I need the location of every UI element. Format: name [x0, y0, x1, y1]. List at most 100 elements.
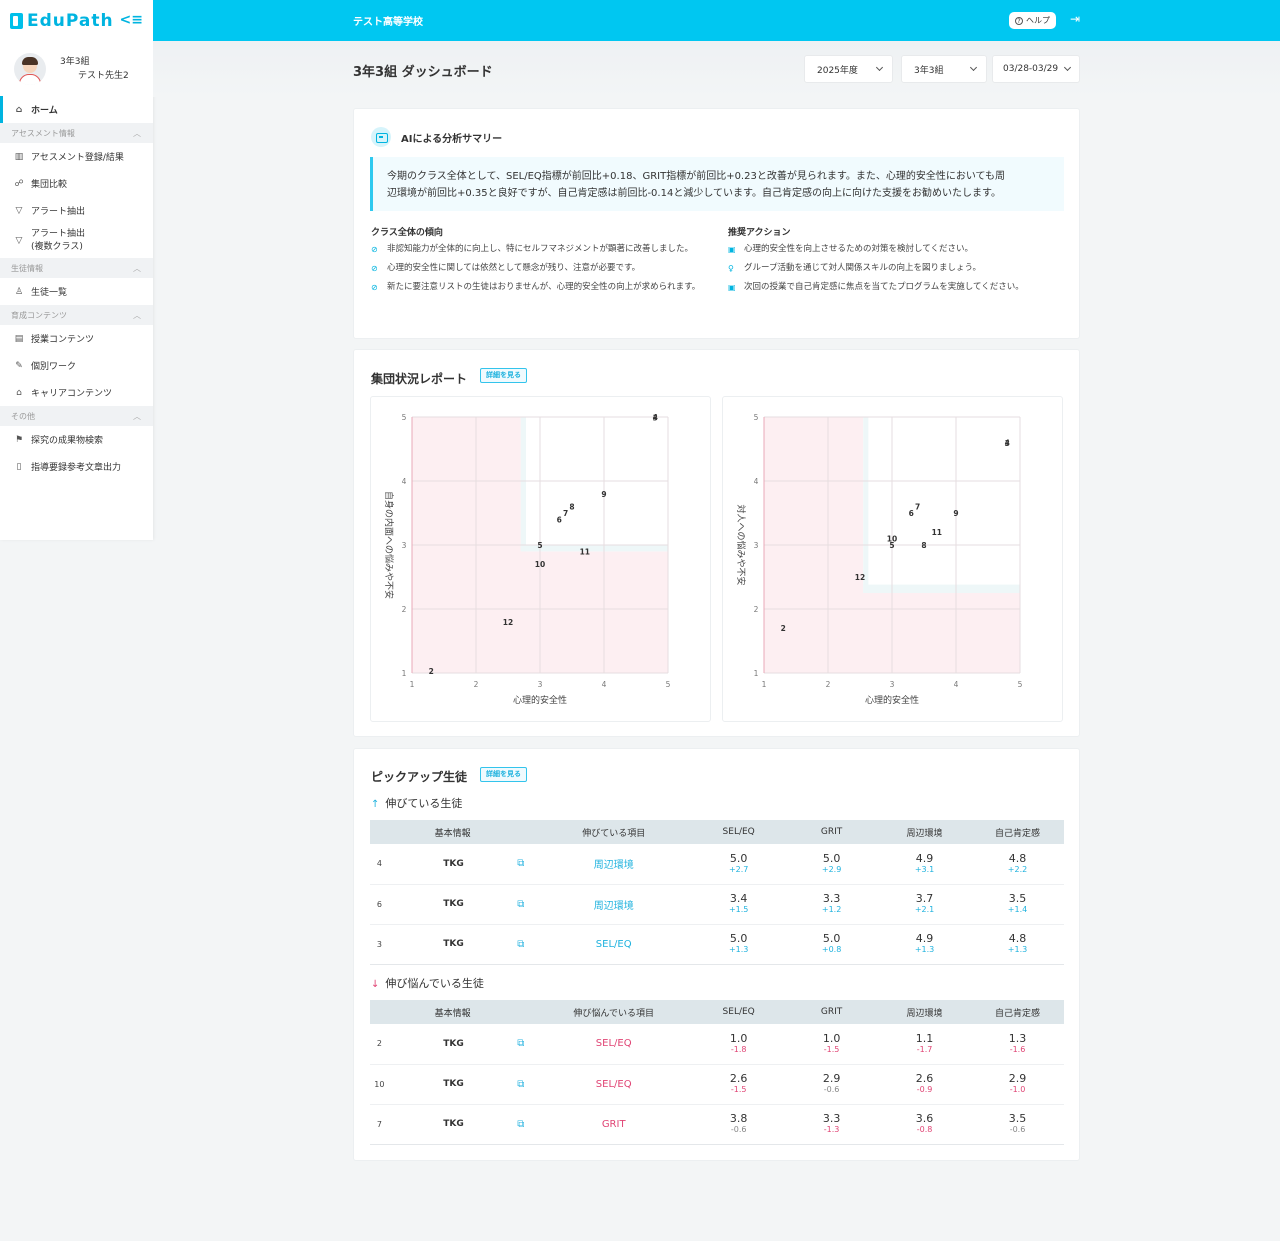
x-axis-label: 心理的安全性 [865, 694, 919, 706]
data-point-label[interactable]: 5 [889, 541, 894, 550]
external-link-icon[interactable]: ⧉ [506, 1064, 535, 1104]
data-point-label[interactable]: 4 [1005, 439, 1010, 448]
list-item: ⊘ 心理的安全性に関しては依然として懸念が残り、注意が必要です。 [371, 262, 711, 275]
data-point-label[interactable]: 7 [563, 509, 568, 518]
student-name[interactable]: TKG [393, 884, 507, 924]
struggling-subtitle: ↓ 伸び悩んでいる生徒 [371, 975, 484, 991]
data-point-label[interactable]: 10 [535, 560, 545, 569]
data-point-label[interactable]: 2 [429, 667, 434, 676]
data-point-label[interactable]: 5 [537, 541, 542, 550]
report-detail-button[interactable]: 詳細を見る [480, 368, 527, 383]
action-text: 次回の授業で自己肯定感に焦点を当てたプログラムを実施してください。 [744, 282, 1024, 292]
table-row[interactable]: 7 TKG ⧉ GRIT 3.8 -0.6 3.3 -1.3 3.6 -0.8 3.5 -0.6 [370, 1104, 1064, 1144]
growing-title: 伸びている生徒 [385, 797, 463, 810]
score-cell: 3.4 +1.5 [692, 884, 785, 924]
sidebar-item-alert-multi[interactable]: ▽ アラート抽出 (複数クラス) [0, 224, 153, 258]
sidebar-item-alert[interactable]: ▽ アラート抽出 [0, 197, 153, 224]
data-point-label[interactable]: 11 [932, 528, 942, 537]
help-button[interactable]: ? ヘルプ [1009, 12, 1056, 29]
section-content[interactable]: 育成コンテンツ ︿ [0, 305, 153, 325]
sidebar-item-home[interactable]: ⌂ ホーム [0, 96, 153, 123]
table-header: 基本情報 伸びている項目 SEL/EQ GRIT 周辺環境 自己肯定感 [370, 820, 1064, 844]
data-point-label[interactable]: 7 [915, 503, 920, 512]
column-header: 基本情報 [434, 1008, 471, 1019]
year-select[interactable]: 2025年度 [804, 55, 893, 83]
table-row[interactable]: 4 TKG ⧉ 周辺環境 5.0 +2.7 5.0 +2.9 4.9 +3.1 4.8 +2.2 [370, 844, 1064, 884]
table-row[interactable]: 3 TKG ⧉ SEL/EQ 5.0 +1.3 5.0 +0.8 4.9 +1.3 4.8 +1.3 [370, 924, 1064, 964]
data-point-label[interactable]: 8 [921, 541, 926, 550]
trend-text: 非認知能力が全体的に向上し、特にセルフマネジメントが顕著に改善しました。 [387, 244, 694, 254]
score-diff: +2.2 [1007, 864, 1028, 874]
external-link-icon[interactable]: ⧉ [506, 884, 535, 924]
score-diff: -1.0 [1009, 1085, 1026, 1094]
sidebar-item-label: アラート抽出 [31, 207, 86, 217]
data-point-label[interactable]: 4 [653, 413, 658, 422]
sidebar-item-inquiry-search[interactable]: ⚑ 探究の成果物検索 [0, 426, 153, 453]
section-label: アセスメント情報 [11, 128, 75, 138]
student-name[interactable]: TKG [393, 1104, 507, 1144]
user-name: テスト先生2 [78, 70, 129, 81]
data-point-label[interactable]: 12 [503, 618, 513, 627]
filter-icon: ▽ [15, 236, 23, 246]
student-number: 10 [374, 1079, 385, 1089]
sidebar-item-label: 生徒一覧 [31, 288, 68, 298]
collapse-menu-icon[interactable]: <≡ [120, 12, 143, 28]
sidebar-item-student-list[interactable]: ♙ 生徒一覧 [0, 278, 153, 305]
section-student[interactable]: 生徒情報 ︿ [0, 258, 153, 278]
app-logo[interactable]: EduPath [27, 11, 114, 31]
action-text: 心理的安全性を向上させるための対策を検討してください。 [744, 244, 973, 254]
sidebar-item-group-compare[interactable]: ☍ 集団比較 [0, 170, 153, 197]
table-row[interactable]: 6 TKG ⧉ 周辺環境 3.4 +1.5 3.3 +1.2 3.7 +2.1 3.5 +1.4 [370, 884, 1064, 924]
presentation-icon: ▤ [14, 333, 24, 344]
score-cell: 5.0 +2.7 [692, 844, 785, 884]
table-row[interactable]: 2 TKG ⧉ SEL/EQ 1.0 -1.8 1.0 -1.5 1.1 -1.7 1.3 -1.6 [370, 1024, 1064, 1064]
pickup-detail-button[interactable]: 詳細を見る [480, 767, 527, 782]
student-name[interactable]: TKG [393, 1024, 507, 1064]
sidebar: EduPath <≡ 3年3組 テスト先生2 ⌂ ホーム アセスメント情報 ︿ ▥… [0, 0, 153, 540]
logout-icon[interactable]: ⇥ [1070, 12, 1080, 26]
user-class: 3年3組 [60, 56, 90, 67]
score-diff: -1.3 [823, 1125, 840, 1134]
data-point-label[interactable]: 12 [855, 573, 865, 582]
column-header: SEL/EQ [722, 1007, 755, 1017]
score-cell: 1.0 -1.5 [785, 1024, 878, 1064]
sidebar-item-lesson-content[interactable]: ▤ 授業コンテンツ [0, 325, 153, 352]
score-value: 3.3 [822, 1112, 841, 1125]
class-select[interactable]: 3年3組 [901, 55, 987, 83]
data-point-label[interactable]: 9 [601, 490, 606, 499]
sidebar-item-guidance-output[interactable]: ▯ 指導要録参考文章出力 [0, 453, 153, 480]
y-tick-label: 3 [402, 541, 407, 550]
student-name[interactable]: TKG [393, 1064, 507, 1104]
sidebar-item-label: 集団比較 [31, 180, 68, 190]
column-header: GRIT [820, 1007, 843, 1017]
sidebar-item-assessment-register[interactable]: ▥ アセスメント登録/結果 [0, 143, 153, 170]
section-assessment[interactable]: アセスメント情報 ︿ [0, 123, 153, 143]
year-select-value: 2025年度 [817, 65, 858, 76]
data-point-label[interactable]: 2 [781, 624, 786, 633]
section-other[interactable]: その他 ︿ [0, 406, 153, 426]
external-link-icon[interactable]: ⧉ [506, 1024, 535, 1064]
data-point-label[interactable]: 6 [557, 515, 562, 524]
data-point-label[interactable]: 11 [580, 547, 590, 556]
robot-icon [371, 127, 391, 147]
summary-line: 辺環境が前回比+0.35と良好ですが、自己肯定感は前回比-0.14と減少していま… [387, 188, 1002, 199]
data-point-label[interactable]: 9 [953, 509, 958, 518]
sidebar-item-individual-work[interactable]: ✎ 個別ワーク [0, 352, 153, 379]
arrow-up-icon: ↑ [371, 799, 380, 810]
score-diff: -1.7 [916, 1044, 933, 1054]
list-item: ⊘ 非認知能力が全体的に向上し、特にセルフマネジメントが顕著に改善しました。 [371, 243, 711, 256]
external-link-icon[interactable]: ⧉ [506, 1104, 535, 1144]
help-label: ヘルプ [1026, 16, 1050, 25]
table-row[interactable]: 10 TKG ⧉ SEL/EQ 2.6 -1.5 2.9 -0.6 2.6 -0.9 2.9 -1.0 [370, 1064, 1064, 1104]
score-diff: -1.8 [730, 1044, 747, 1054]
external-link-icon[interactable]: ⧉ [506, 924, 535, 964]
student-name[interactable]: TKG [393, 844, 507, 884]
y-tick-label: 4 [402, 477, 407, 486]
external-link-icon[interactable]: ⧉ [506, 844, 535, 884]
score-value: 3.4 [729, 892, 748, 905]
student-name[interactable]: TKG [393, 924, 507, 964]
data-point-label[interactable]: 8 [569, 503, 574, 512]
sidebar-item-career-content[interactable]: ⌂ キャリアコンテンツ [0, 379, 153, 406]
period-select[interactable]: 03/28-03/29 [992, 55, 1080, 83]
data-point-label[interactable]: 6 [909, 509, 914, 518]
